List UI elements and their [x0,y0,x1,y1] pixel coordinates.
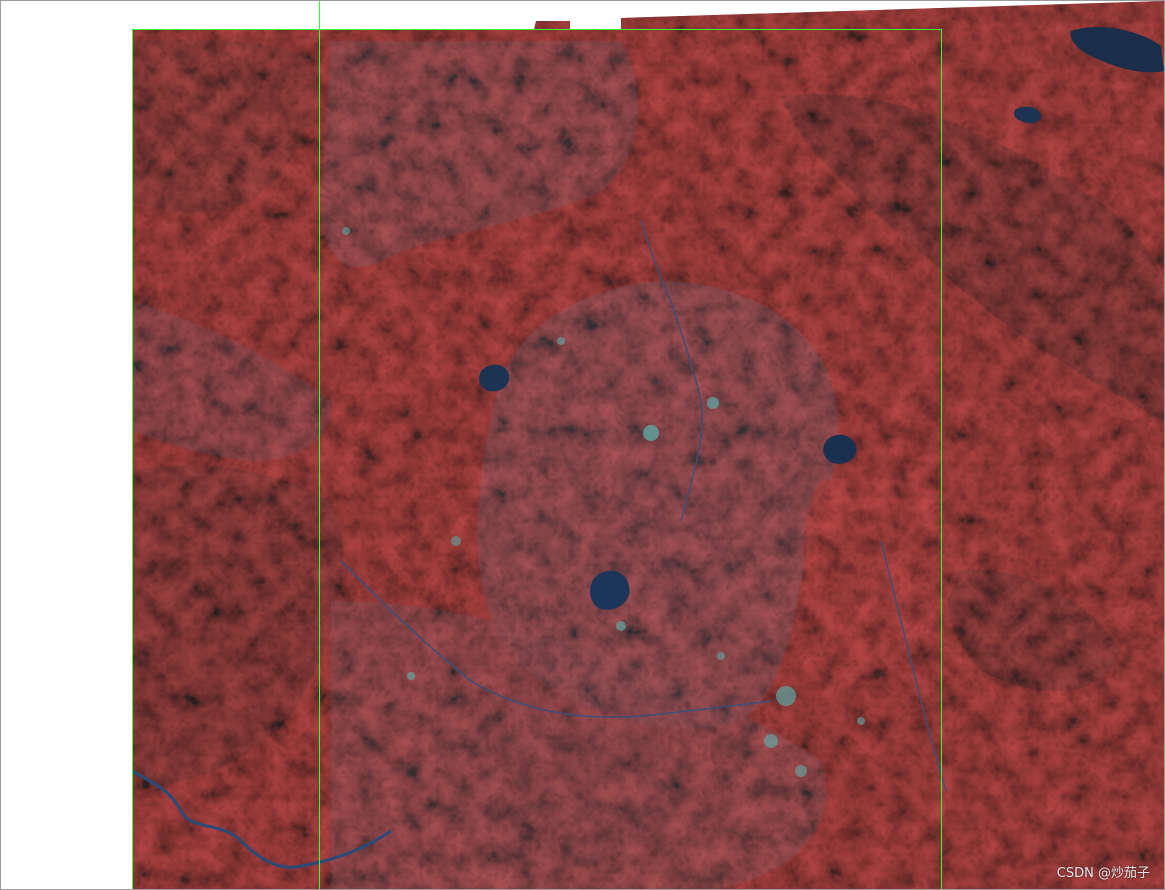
satellite-image [132,1,1164,889]
watermark: CSDN @炒茄子 [1056,866,1150,881]
map-viewport[interactable]: CSDN @炒茄子 [0,0,1165,890]
fine-texture [132,1,1164,889]
scene-footprint [132,1,1164,889]
